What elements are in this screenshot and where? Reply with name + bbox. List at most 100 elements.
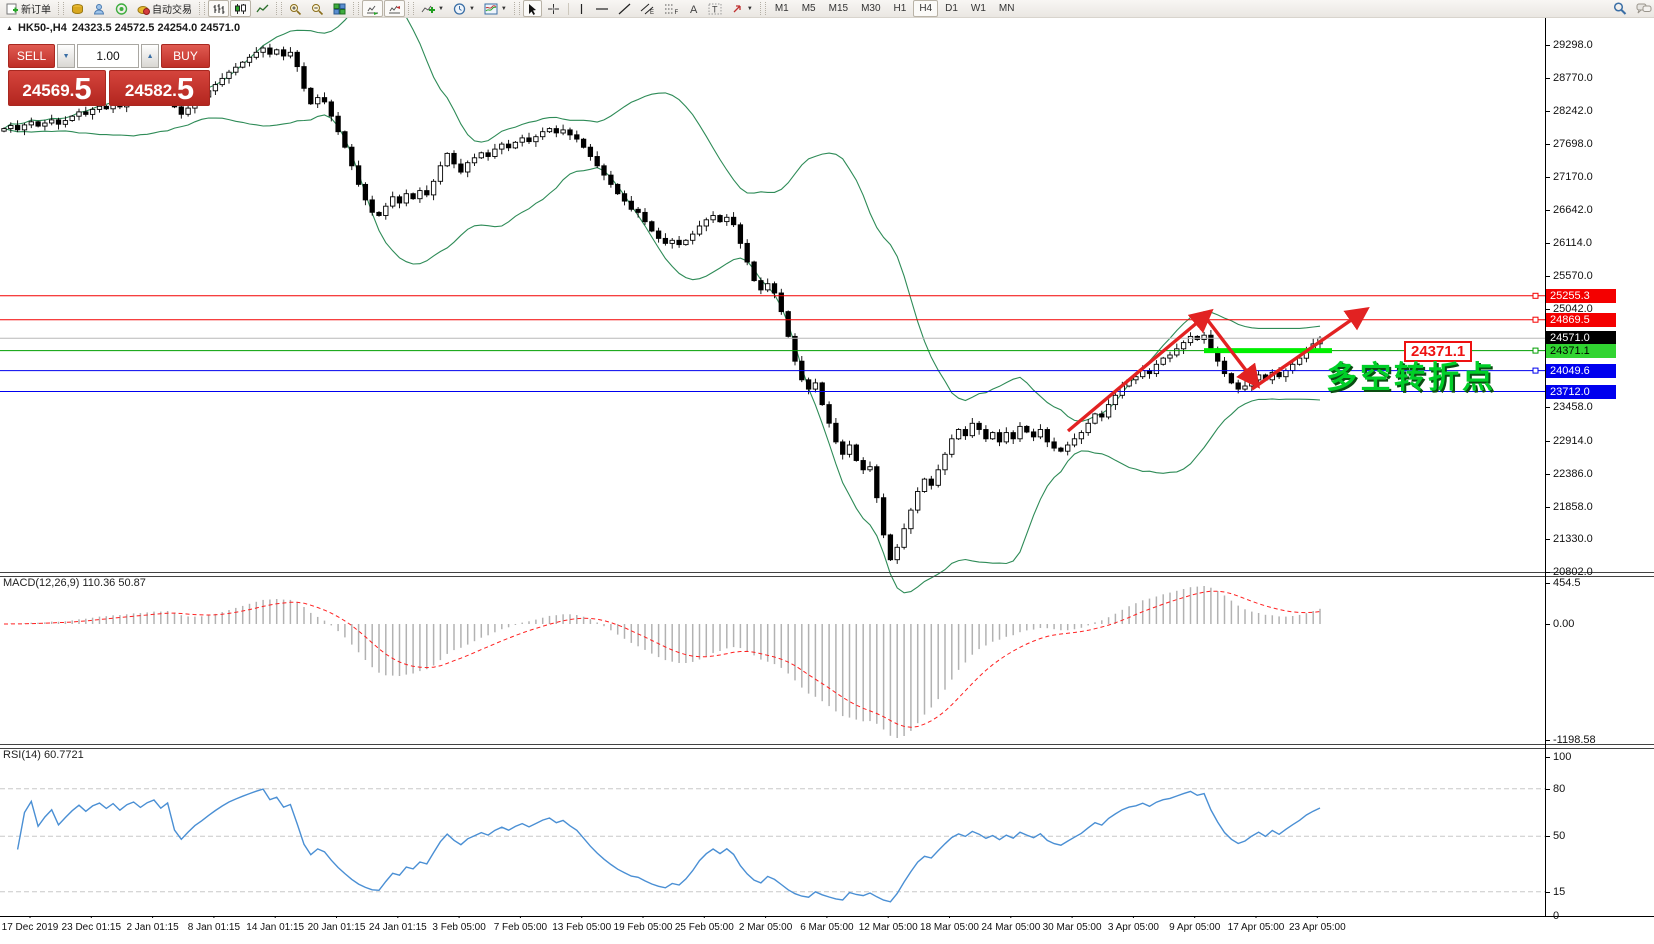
price-tick-label: 22914.0 xyxy=(1553,435,1593,447)
new-order-button[interactable]: 新订单 xyxy=(2,0,55,17)
alerts-button[interactable] xyxy=(111,0,132,17)
price-tick-label: 26114.0 xyxy=(1553,236,1592,249)
time-label: 3 Feb 05:00 xyxy=(432,922,486,933)
chart-shift-button[interactable] xyxy=(384,0,405,17)
new-order-label: 新订单 xyxy=(21,5,51,16)
time-label: 8 Jan 01:15 xyxy=(187,922,241,933)
fibonacci-button[interactable]: F xyxy=(660,0,683,17)
text-button[interactable]: A xyxy=(684,0,703,17)
price-tick xyxy=(1545,572,1550,573)
macd-label: MACD(12,26,9) 110.36 50.87 xyxy=(3,577,146,589)
price-tick xyxy=(1545,177,1550,178)
line-chart-icon xyxy=(256,3,269,15)
hline-marker[interactable] xyxy=(1532,347,1539,354)
timeframe-MN[interactable]: MN xyxy=(993,0,1021,17)
sell-button[interactable]: SELL xyxy=(8,44,56,68)
trendline-icon xyxy=(618,3,631,15)
svg-text:A: A xyxy=(690,4,698,15)
chat-button[interactable] xyxy=(1632,0,1654,17)
auto-scroll-button[interactable] xyxy=(362,0,383,17)
volume-field[interactable]: 1.00 xyxy=(77,44,140,68)
template-colors-button[interactable]: ▼ xyxy=(480,0,511,17)
ohlc-values: 24323.5 24572.5 24254.0 24571.0 xyxy=(71,22,241,34)
time-axis[interactable]: 17 Dec 2019 23 Dec 01:15 2 Jan 01:15 8 Jan … xyxy=(0,918,1654,944)
horizontal-line-button[interactable] xyxy=(591,0,613,17)
price-tick xyxy=(1545,276,1550,278)
zoom-out-button[interactable] xyxy=(307,0,328,17)
buy-price-button[interactable]: 24582. 5 xyxy=(109,70,210,106)
auto-trading-button[interactable]: 自动交易 xyxy=(133,0,196,17)
time-label: 24 Jan 01:15 xyxy=(368,922,427,933)
price-tick-label: 29298.0 xyxy=(1553,39,1593,51)
candlestick-chart-icon xyxy=(234,3,247,15)
hline-marker[interactable] xyxy=(1532,316,1539,323)
profiles-button[interactable] xyxy=(89,0,110,17)
line-chart-button[interactable] xyxy=(252,0,273,17)
chart-canvas[interactable] xyxy=(0,0,1654,944)
profiles-icon xyxy=(93,3,106,15)
turning-point-text[interactable]: 多空转折点 xyxy=(1326,352,1496,397)
periods-icon xyxy=(453,2,466,15)
sell-price-button[interactable]: 24569. 5 xyxy=(8,70,107,106)
chat-icon xyxy=(1636,2,1652,15)
volume-down-button[interactable]: ▼ xyxy=(57,44,76,68)
time-label: 2 Jan 01:15 xyxy=(126,922,179,933)
price-tag-24371.1: 24371.1 xyxy=(1546,343,1616,358)
hline-marker[interactable] xyxy=(1532,292,1539,299)
template-colors-caret: ▼ xyxy=(500,5,507,12)
sell-price-big: 5 xyxy=(74,71,92,106)
bar-chart-icon xyxy=(212,3,225,15)
price-tick-label: 28242.0 xyxy=(1553,104,1593,117)
hline-marker[interactable] xyxy=(1532,367,1539,374)
arrows-button[interactable]: ▼ xyxy=(727,0,757,17)
macd-tick xyxy=(1545,583,1550,584)
search-icon xyxy=(1613,2,1627,15)
horizontal-line-icon xyxy=(595,3,609,15)
volume-up-button[interactable]: ▲ xyxy=(141,44,160,68)
crosshair-button[interactable] xyxy=(543,0,564,17)
time-label: 14 Jan 01:15 xyxy=(246,922,305,933)
equidistant-channel-button[interactable]: E xyxy=(636,0,659,17)
trendline-button[interactable] xyxy=(614,0,635,17)
data-window-icon xyxy=(71,3,84,15)
timeframe-H4[interactable]: H4 xyxy=(913,0,939,17)
rsi-line xyxy=(16,788,1321,903)
zoom-in-button[interactable] xyxy=(285,0,306,17)
price-tick xyxy=(1545,473,1550,475)
rsi-axis-label: 0 xyxy=(1553,909,1560,922)
price-tick xyxy=(1545,209,1550,211)
data-window-button[interactable] xyxy=(67,0,88,17)
price-axis[interactable]: 29298.0 28770.0 28242.0 27698.0 27170.0 26642… xyxy=(1545,17,1654,922)
price-tick xyxy=(1545,309,1550,310)
add-indicator-button[interactable]: ▼ xyxy=(417,0,448,17)
vertical-line-icon xyxy=(577,3,586,15)
timeframe-W1[interactable]: W1 xyxy=(965,0,992,17)
timeframe-M15[interactable]: M15 xyxy=(823,0,854,17)
timeframe-D1[interactable]: D1 xyxy=(939,0,964,17)
time-label: 7 Feb 05:00 xyxy=(493,922,548,933)
candlestick-chart-button[interactable] xyxy=(230,0,251,17)
chart-shift-icon xyxy=(388,3,401,15)
timeframe-M30[interactable]: M30 xyxy=(855,0,886,17)
rsi-tick xyxy=(1545,757,1550,758)
timeframe-buttons: M1 M5 M15 M30 H1 H4 D1 W1 MN xyxy=(769,0,1021,17)
search-button[interactable] xyxy=(1609,0,1631,17)
time-label: 17 Dec 2019 xyxy=(1,922,59,933)
time-label: 23 Dec 01:15 xyxy=(61,922,122,933)
text-label-button[interactable]: T xyxy=(704,0,726,17)
buy-button[interactable]: BUY xyxy=(161,44,210,68)
price-tick xyxy=(1545,242,1550,244)
timeframe-M5[interactable]: M5 xyxy=(796,0,822,17)
rsi-axis-label: 80 xyxy=(1553,782,1566,795)
bar-chart-button[interactable] xyxy=(208,0,229,17)
buy-price-big: 5 xyxy=(176,71,195,106)
timeframe-M1[interactable]: M1 xyxy=(769,0,795,17)
cursor-button[interactable] xyxy=(522,0,542,17)
vertical-line-button[interactable] xyxy=(573,0,590,17)
svg-text:F: F xyxy=(674,10,678,15)
tile-windows-button[interactable] xyxy=(329,0,350,17)
text-label-icon: T xyxy=(708,3,722,15)
time-label: 23 Apr 05:00 xyxy=(1288,922,1346,933)
timeframe-H1[interactable]: H1 xyxy=(888,0,913,17)
periods-button[interactable]: ▼ xyxy=(449,0,479,17)
